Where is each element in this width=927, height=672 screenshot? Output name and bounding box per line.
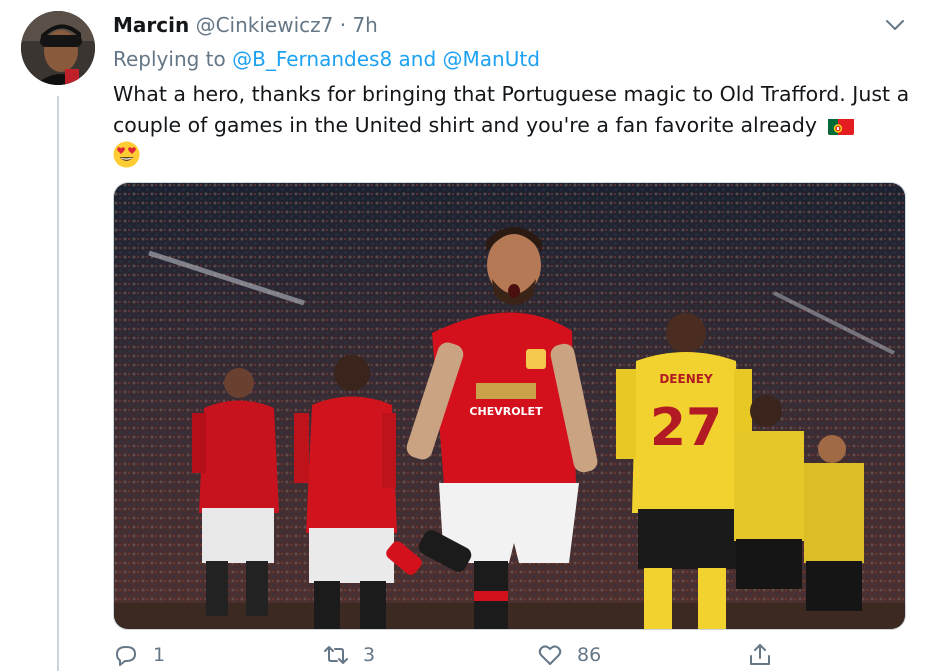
thread-line bbox=[57, 96, 59, 671]
retweet-action[interactable]: 3 bbox=[323, 642, 375, 668]
tweet-image[interactable]: 27 DEENEY CHEVROLET bbox=[113, 182, 906, 630]
avatar[interactable] bbox=[21, 11, 95, 85]
like-count: 86 bbox=[577, 644, 602, 666]
reply-handles-link[interactable]: @B_Fernandes8 and @ManUtd bbox=[232, 47, 540, 71]
separator-dot: · bbox=[339, 13, 347, 37]
reply-action[interactable]: 1 bbox=[113, 642, 165, 668]
author-handle[interactable]: @Cinkiewicz7 bbox=[196, 13, 334, 37]
reply-count: 1 bbox=[153, 644, 166, 666]
tweet-actions: 1 3 86 bbox=[113, 642, 813, 672]
replying-prefix: Replying to bbox=[113, 47, 226, 71]
chevron-down-icon[interactable] bbox=[882, 12, 908, 38]
replying-to: Replying to @B_Fernandes8 and @ManUtd bbox=[113, 46, 540, 72]
shirt-number: 27 bbox=[650, 398, 722, 458]
heart-eyes-emoji-icon bbox=[113, 141, 140, 168]
share-icon[interactable] bbox=[747, 642, 773, 668]
tweet-text: What a hero, thanks for bringing that Po… bbox=[113, 79, 913, 172]
retweet-icon[interactable] bbox=[323, 642, 349, 668]
like-action[interactable]: 86 bbox=[537, 642, 601, 668]
reply-icon[interactable] bbox=[113, 642, 139, 668]
share-action[interactable] bbox=[747, 642, 787, 668]
retweet-count: 3 bbox=[363, 644, 376, 666]
tweet-header: Marcin @Cinkiewicz7 · 7h bbox=[113, 12, 378, 38]
like-icon[interactable] bbox=[537, 642, 563, 668]
shirt-sponsor: CHEVROLET bbox=[469, 405, 543, 418]
author-name[interactable]: Marcin bbox=[113, 13, 189, 37]
tweet[interactable]: Marcin @Cinkiewicz7 · 7h Replying to @B_… bbox=[0, 0, 927, 671]
tweet-time[interactable]: 7h bbox=[352, 13, 377, 37]
portugal-flag-icon bbox=[827, 116, 854, 135]
tweet-body: What a hero, thanks for bringing that Po… bbox=[113, 82, 910, 137]
shirt-name: DEENEY bbox=[659, 372, 713, 386]
